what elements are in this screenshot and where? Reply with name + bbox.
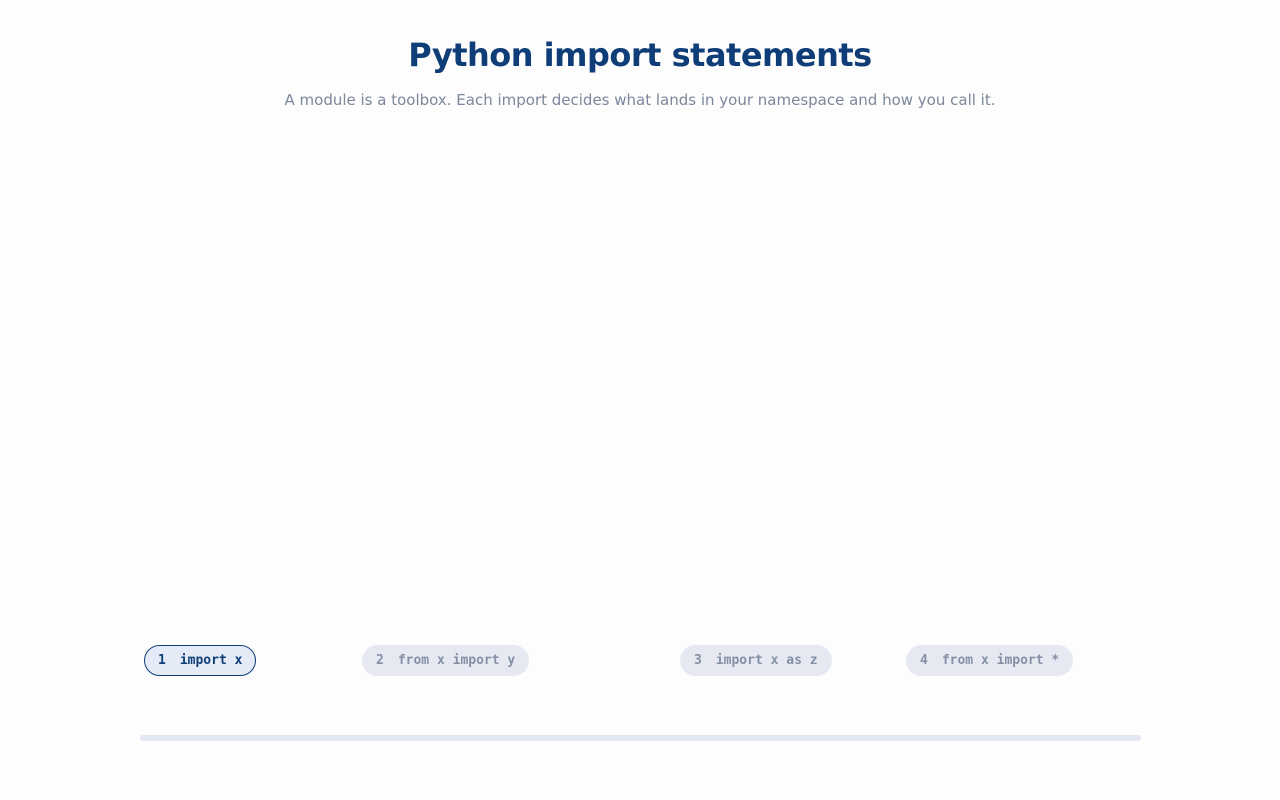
step-label: import x as z <box>715 653 818 668</box>
step-label: from x import * <box>941 653 1060 668</box>
step-1-button[interactable]: 1 import x <box>144 645 257 676</box>
step-3-button[interactable]: 3 import x as z <box>680 645 832 676</box>
step-number: 2 <box>376 653 384 668</box>
step-number: 4 <box>920 653 928 668</box>
animation-stage <box>140 140 1140 620</box>
step-4-button[interactable]: 4 from x import * <box>906 645 1074 676</box>
page: Python import statements A module is a t… <box>0 0 1280 800</box>
step-2-button[interactable]: 2 from x import y <box>362 645 530 676</box>
step-label: import x <box>179 653 243 668</box>
page-title: Python import statements <box>408 36 872 74</box>
page-subtitle: A module is a toolbox. Each import decid… <box>284 91 996 109</box>
progress-bar[interactable] <box>140 735 1141 741</box>
step-number: 1 <box>158 653 166 668</box>
step-label: from x import y <box>397 653 516 668</box>
step-number: 3 <box>694 653 702 668</box>
